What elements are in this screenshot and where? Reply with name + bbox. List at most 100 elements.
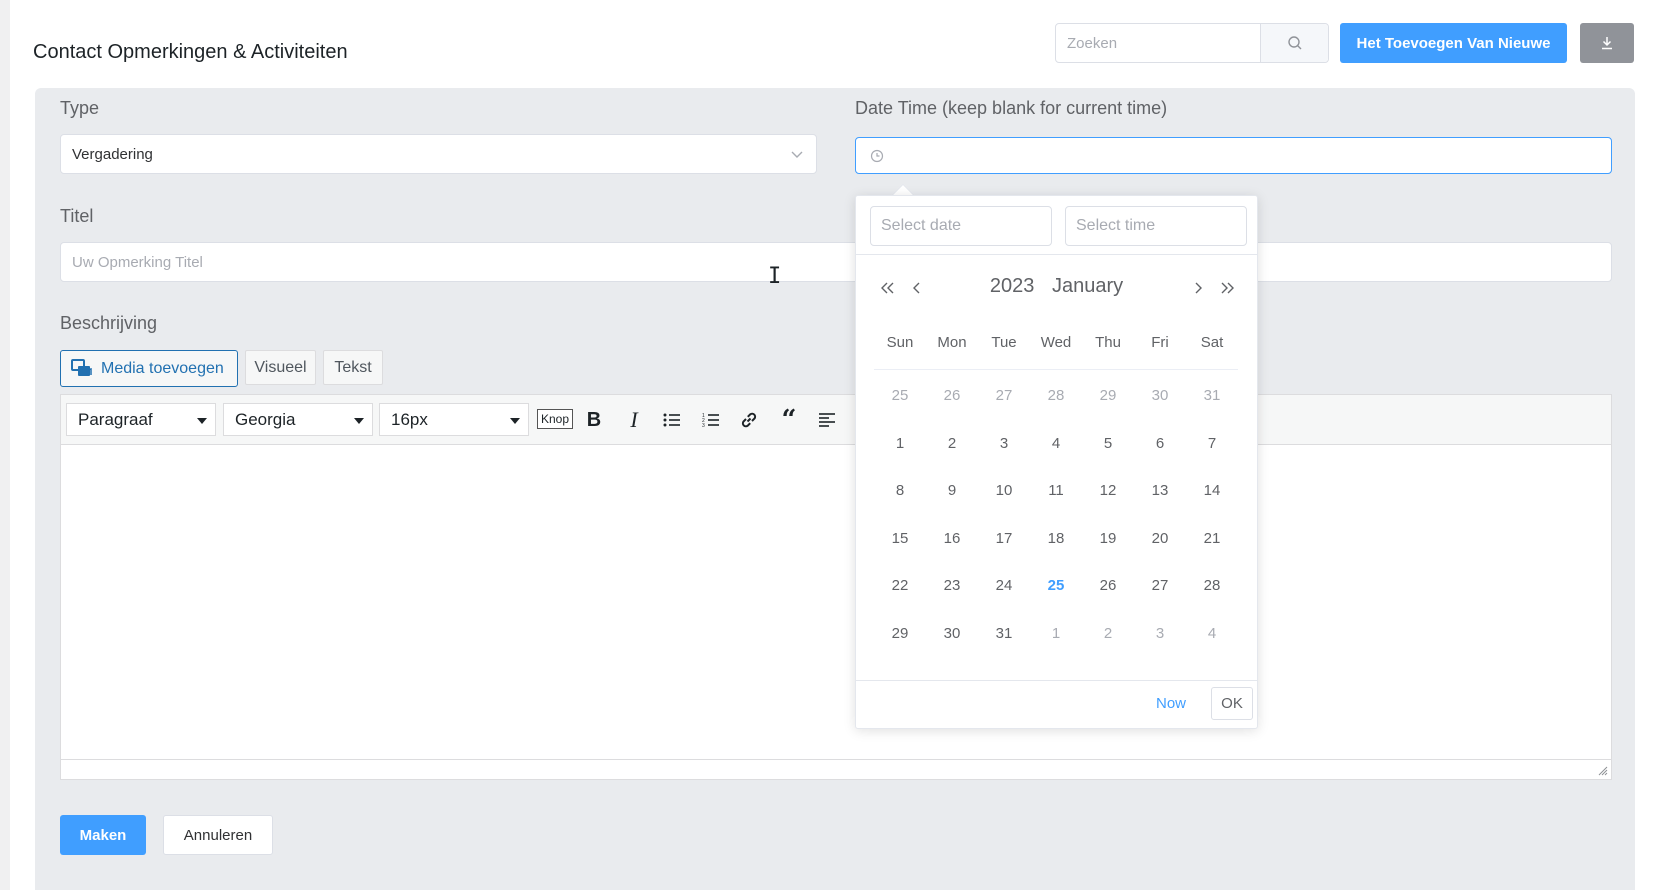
calendar-day[interactable]: 14 bbox=[1186, 471, 1238, 519]
title-input[interactable]: Uw Opmerking Titel bbox=[60, 242, 1612, 282]
calendar-day[interactable]: 10 bbox=[978, 471, 1030, 519]
calendar-day[interactable]: 4 bbox=[1186, 614, 1238, 662]
create-button[interactable]: Maken bbox=[60, 815, 146, 855]
weekday-label: Fri bbox=[1151, 334, 1169, 351]
font-select-value: Georgia bbox=[235, 409, 296, 429]
knop-button[interactable]: Knop bbox=[537, 409, 574, 429]
calendar-day[interactable]: 21 bbox=[1186, 519, 1238, 567]
rich-text-editor[interactable]: Paragraaf Georgia 16px Knop B I 123 “ bbox=[60, 394, 1612, 780]
datetime-picker: Select date Select time 2023 January Sun… bbox=[855, 195, 1258, 729]
calendar-day[interactable]: 31 bbox=[978, 614, 1030, 662]
clock-icon bbox=[870, 149, 884, 162]
calendar-day[interactable]: 15 bbox=[874, 519, 926, 567]
calendar-day[interactable]: 1 bbox=[874, 424, 926, 472]
calendar-day[interactable]: 27 bbox=[978, 376, 1030, 424]
calendar-day[interactable]: 13 bbox=[1134, 471, 1186, 519]
tab-visual[interactable]: Visueel bbox=[245, 350, 316, 385]
calendar-day[interactable]: 18 bbox=[1030, 519, 1082, 567]
calendar-day[interactable]: 24 bbox=[978, 566, 1030, 614]
download-icon bbox=[1602, 37, 1612, 50]
svg-text:3: 3 bbox=[702, 423, 705, 428]
search-icon bbox=[1287, 36, 1301, 50]
search-input[interactable] bbox=[1056, 24, 1260, 62]
weekday-label: Wed bbox=[1040, 334, 1072, 351]
calendar-day[interactable]: 2 bbox=[926, 424, 978, 472]
calendar-day[interactable]: 20 bbox=[1134, 519, 1186, 567]
calendar-day[interactable]: 28 bbox=[1030, 376, 1082, 424]
type-select[interactable]: Vergadering bbox=[60, 134, 817, 174]
calendar-day[interactable]: 16 bbox=[926, 519, 978, 567]
prev-month-icon[interactable] bbox=[905, 276, 929, 300]
weekday-header: Sun Mon Tue Wed Thu Fri Sat bbox=[874, 334, 1238, 370]
align-left-icon[interactable] bbox=[814, 407, 840, 433]
add-new-button[interactable]: Het Toevoegen Van Nieuwe bbox=[1340, 23, 1567, 63]
cancel-button[interactable]: Annuleren bbox=[163, 815, 273, 855]
blockquote-icon[interactable]: “ bbox=[776, 405, 802, 435]
calendar-day[interactable]: 23 bbox=[926, 566, 978, 614]
numbered-list-icon[interactable]: 123 bbox=[698, 407, 724, 433]
weekday-label: Sat bbox=[1200, 334, 1224, 351]
calendar-day[interactable]: 31 bbox=[1186, 376, 1238, 424]
calendar-day[interactable]: 9 bbox=[926, 471, 978, 519]
picker-date-input[interactable]: Select date bbox=[870, 206, 1052, 246]
calendar-day[interactable]: 28 bbox=[1186, 566, 1238, 614]
next-year-icon[interactable] bbox=[1215, 276, 1239, 300]
calendar-day[interactable]: 1 bbox=[1030, 614, 1082, 662]
tab-text[interactable]: Tekst bbox=[323, 350, 383, 385]
calendar-day[interactable]: 25 bbox=[874, 376, 926, 424]
calendar-day[interactable]: 17 bbox=[978, 519, 1030, 567]
type-label: Type bbox=[60, 98, 100, 118]
add-media-button[interactable]: Media toevoegen bbox=[60, 350, 238, 387]
format-select[interactable]: Paragraaf bbox=[66, 403, 216, 436]
export-button[interactable] bbox=[1580, 23, 1634, 63]
calendar-day[interactable]: 11 bbox=[1030, 471, 1082, 519]
calendar-day[interactable]: 19 bbox=[1082, 519, 1134, 567]
calendar-day[interactable]: 26 bbox=[926, 376, 978, 424]
next-month-icon[interactable] bbox=[1186, 276, 1210, 300]
bullet-list-icon[interactable] bbox=[659, 407, 685, 433]
font-select[interactable]: Georgia bbox=[223, 403, 373, 436]
editor-statusbar bbox=[61, 759, 1611, 779]
calendar-day[interactable]: 22 bbox=[874, 566, 926, 614]
prev-year-icon[interactable] bbox=[876, 276, 900, 300]
size-select[interactable]: 16px bbox=[379, 403, 529, 436]
calendar-day[interactable]: 4 bbox=[1030, 424, 1082, 472]
description-label: Beschrijving bbox=[60, 313, 158, 333]
calendar-day[interactable]: 30 bbox=[1134, 376, 1186, 424]
media-icon bbox=[71, 358, 92, 376]
link-icon[interactable] bbox=[736, 407, 762, 433]
calendar-day[interactable]: 27 bbox=[1134, 566, 1186, 614]
title-input-placeholder: Uw Opmerking Titel bbox=[72, 253, 203, 271]
now-button[interactable]: Now bbox=[1156, 695, 1186, 712]
search-button[interactable] bbox=[1260, 24, 1328, 62]
bold-icon[interactable]: B bbox=[581, 407, 607, 433]
picker-date-placeholder: Select date bbox=[881, 217, 962, 234]
weekday-label: Tue bbox=[991, 334, 1017, 351]
calendar-day[interactable]: 29 bbox=[874, 614, 926, 662]
italic-icon[interactable]: I bbox=[621, 407, 647, 433]
calendar-day[interactable]: 3 bbox=[1134, 614, 1186, 662]
size-select-value: 16px bbox=[391, 409, 428, 429]
calendar-day[interactable]: 6 bbox=[1134, 424, 1186, 472]
calendar-day[interactable]: 12 bbox=[1082, 471, 1134, 519]
title-label: Titel bbox=[60, 206, 94, 226]
calendar-day[interactable]: 30 bbox=[926, 614, 978, 662]
calendar-day-today[interactable]: 25 bbox=[1030, 566, 1082, 614]
calendar-day[interactable]: 29 bbox=[1082, 376, 1134, 424]
datetime-input[interactable] bbox=[855, 137, 1612, 174]
picker-year[interactable]: 2023 bbox=[990, 275, 1035, 297]
picker-time-placeholder: Select time bbox=[1076, 217, 1156, 234]
picker-month[interactable]: January bbox=[1052, 275, 1123, 297]
resize-handle-icon[interactable] bbox=[1596, 764, 1608, 776]
picker-time-input[interactable]: Select time bbox=[1065, 206, 1247, 246]
calendar-day[interactable]: 2 bbox=[1082, 614, 1134, 662]
calendar-days-grid: 25 26 27 28 29 30 31 1 2 3 4 5 6 7 8 9 10 11 12 13 14 15 16 17 1… bbox=[874, 376, 1238, 662]
page-title: Contact Opmerkingen & Activiteiten bbox=[33, 41, 348, 63]
ok-button[interactable]: OK bbox=[1211, 687, 1253, 720]
calendar-day[interactable]: 5 bbox=[1082, 424, 1134, 472]
calendar-day[interactable]: 7 bbox=[1186, 424, 1238, 472]
calendar-day[interactable]: 26 bbox=[1082, 566, 1134, 614]
admin-sidebar-edge bbox=[0, 0, 10, 890]
calendar-day[interactable]: 3 bbox=[978, 424, 1030, 472]
calendar-day[interactable]: 8 bbox=[874, 471, 926, 519]
